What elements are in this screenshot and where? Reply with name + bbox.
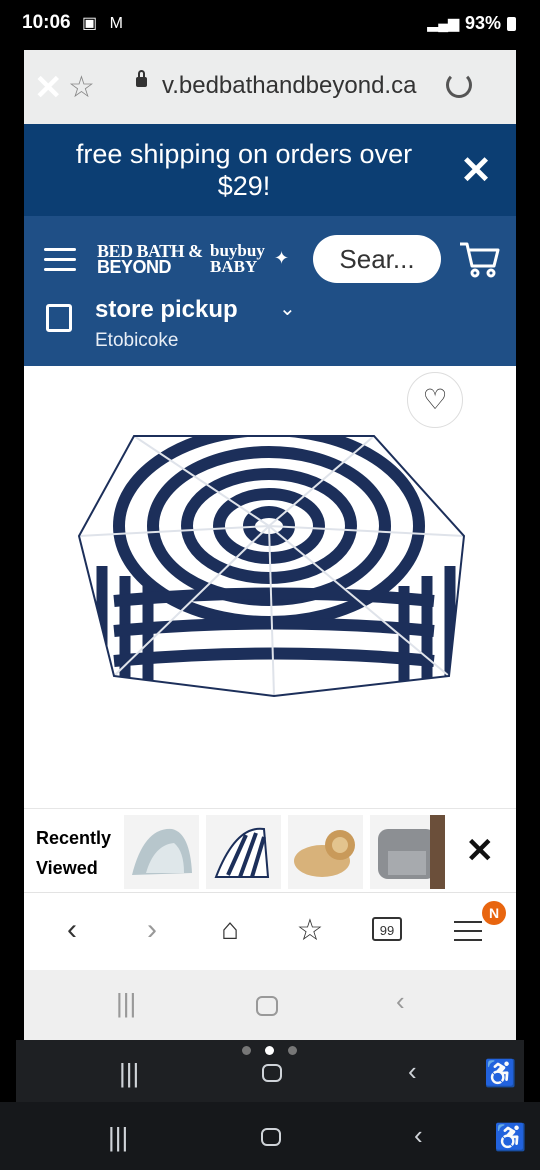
recents-icon[interactable]: ||| <box>108 1122 128 1153</box>
recently-viewed-bar: Recently Viewed ✕ <box>24 808 516 893</box>
buybuybaby-logo[interactable]: buybuy BABY <box>210 242 265 276</box>
back-icon[interactable]: ‹ <box>52 913 92 947</box>
system-nav-bar-overlay: ||| ‹ ♿ <box>16 1040 524 1102</box>
status-right: ▂▄▆ 93% <box>428 13 516 34</box>
bookmark-star-icon[interactable]: ☆ <box>68 70 95 105</box>
chair-cover-image <box>378 815 445 889</box>
bbb-logo[interactable]: BED BATH & BEYOND <box>97 242 203 277</box>
recently-viewed-line2: Viewed <box>36 858 98 878</box>
cart-svg <box>460 242 500 278</box>
bookmarks-icon[interactable]: ☆ <box>290 913 330 948</box>
hamburger-menu-icon[interactable] <box>44 248 76 272</box>
wishlist-heart-icon[interactable]: ♡ <box>407 372 463 428</box>
lion-basket-image <box>294 830 355 877</box>
close-recently-viewed-icon[interactable]: ✕ <box>466 831 495 871</box>
store-location[interactable]: Etobicoke <box>95 330 178 352</box>
battery-icon <box>507 16 516 31</box>
browser-menu-icon[interactable] <box>454 921 482 948</box>
reload-icon[interactable] <box>446 72 472 98</box>
accessibility-icon[interactable]: ♿ <box>484 1058 516 1089</box>
browser-window: ✕ ☆ v.bedbathandbeyond.ca free shipping … <box>24 50 516 1040</box>
status-time: 10:06 <box>22 12 71 33</box>
page-dot-1 <box>242 1046 251 1055</box>
accessibility-icon[interactable]: ♿ <box>494 1122 526 1153</box>
forward-icon[interactable]: › <box>132 913 172 947</box>
inner-system-nav: ||| ‹ <box>24 970 516 1040</box>
cart-icon[interactable] <box>458 240 502 289</box>
promo-banner: free shipping on orders over $29! ✕ <box>24 124 516 216</box>
store-icon <box>46 304 72 332</box>
site-header: BED BATH & BEYOND buybuy BABY ✦ Sear... … <box>24 216 516 366</box>
home-icon-overlay[interactable] <box>262 1064 282 1082</box>
back-nav-icon[interactable]: ‹ <box>396 986 405 1017</box>
browser-toolbar: ‹ › ⌂ ☆ 99 N <box>24 892 516 971</box>
recent-thumb-chair-cover[interactable] <box>370 815 445 889</box>
close-promo-icon[interactable]: ✕ <box>460 148 492 193</box>
back-icon[interactable]: ‹ <box>414 1120 423 1151</box>
battery-percent: 93% <box>464 13 501 33</box>
recents-icon[interactable]: ||| <box>116 988 136 1019</box>
baby-tent-image <box>132 828 192 875</box>
chevron-down-icon[interactable]: ⌄ <box>279 296 296 321</box>
url-text[interactable]: v.bedbathandbeyond.ca <box>162 72 416 100</box>
recent-thumb-beach-tent[interactable] <box>206 815 281 889</box>
menu-badge: N <box>482 901 506 925</box>
address-bar: ✕ ☆ v.bedbathandbeyond.ca <box>24 50 516 124</box>
page-dot-3 <box>288 1046 297 1055</box>
status-bar: 10:06 ▣ M ▂▄▆ 93% <box>0 0 540 50</box>
lock-icon <box>136 70 147 87</box>
logo2-line-2: BABY <box>210 257 258 276</box>
recently-viewed-label: Recently Viewed <box>36 823 126 883</box>
system-nav-bar: ||| ‹ ♿ <box>0 1102 540 1170</box>
home-button-icon[interactable] <box>256 996 278 1016</box>
logo-line-2: BEYOND <box>97 257 172 277</box>
maple-leaf-icon: ✦ <box>274 248 290 268</box>
promo-text: free shipping on orders over $29! <box>75 139 413 201</box>
close-tab-icon[interactable]: ✕ <box>34 68 63 108</box>
recents-icon-overlay[interactable]: ||| <box>119 1058 139 1089</box>
recently-viewed-line1: Recently <box>36 828 112 848</box>
product-image-area: ♡ <box>24 366 516 808</box>
recent-thumb-lion-basket[interactable] <box>288 815 363 889</box>
store-pickup-label[interactable]: store pickup <box>95 296 238 324</box>
beach-tent-image <box>214 827 270 878</box>
recent-thumb-baby-tent[interactable] <box>124 815 199 889</box>
notification-icons: ▣ M <box>82 15 127 32</box>
home-icon[interactable]: ⌂ <box>210 913 250 947</box>
back-icon-overlay[interactable]: ‹ <box>408 1056 417 1087</box>
home-icon[interactable] <box>261 1128 281 1146</box>
page-dot-2 <box>265 1046 274 1055</box>
search-input[interactable]: Sear... <box>313 235 441 283</box>
beach-umbrella-image <box>77 435 466 698</box>
tabs-count[interactable]: 99 <box>372 917 402 941</box>
signal-icon: ▂▄▆ <box>427 15 459 31</box>
